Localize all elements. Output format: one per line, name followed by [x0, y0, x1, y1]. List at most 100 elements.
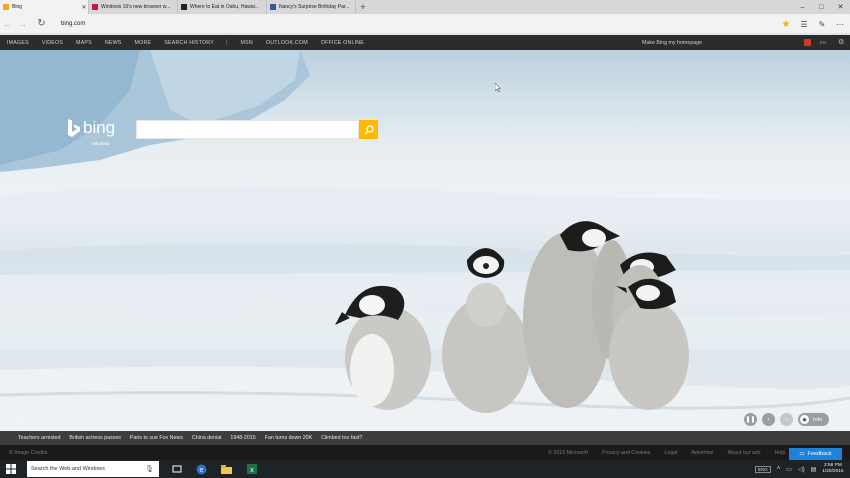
- excel-button[interactable]: x: [243, 461, 260, 478]
- file-explorer-button[interactable]: [218, 461, 235, 478]
- news-link[interactable]: Teachers arrested: [18, 435, 60, 441]
- nav-outlook[interactable]: OUTLOOK.COM: [266, 40, 308, 46]
- task-view-button[interactable]: [168, 461, 185, 478]
- action-center-icon[interactable]: ▤: [811, 466, 817, 473]
- footer-links: © 2015 Microsoft Privacy and Cookies Leg…: [548, 450, 785, 456]
- camera-icon: ◉: [800, 415, 809, 424]
- penguin-scene: [0, 50, 850, 431]
- nav-maps[interactable]: MAPS: [76, 40, 92, 46]
- nav-videos[interactable]: VIDEOS: [42, 40, 63, 46]
- start-button[interactable]: [0, 460, 22, 478]
- nav-news[interactable]: NEWS: [105, 40, 122, 46]
- news-link[interactable]: British actress passes: [69, 435, 121, 441]
- ie-browser-icon: e: [196, 464, 207, 474]
- reading-list-icon[interactable]: ☰: [798, 20, 810, 29]
- news-strip: Teachers arrested British actress passes…: [0, 431, 850, 445]
- chevron-up-icon[interactable]: ˄: [777, 466, 781, 472]
- file-explorer-icon: [221, 464, 232, 474]
- forward-button[interactable]: →: [15, 14, 30, 34]
- maximize-button[interactable]: □: [812, 0, 831, 14]
- taskbar-apps: e x: [168, 460, 260, 478]
- tab-label: Nancy's Surprise Birthday Par...: [279, 4, 350, 10]
- new-tab-button[interactable]: +: [356, 0, 370, 14]
- rewards-icon[interactable]: [804, 39, 811, 46]
- feedback-label: Feedback: [807, 451, 832, 457]
- tab-label: Where to Eat in Oahu, Hawai...: [190, 4, 259, 10]
- taskbar-search[interactable]: Search the Web and Windows 🎙: [27, 461, 159, 477]
- keyboard-language[interactable]: ENG: [755, 465, 771, 473]
- site-favicon-icon: [92, 4, 98, 10]
- pause-button[interactable]: ❚❚: [744, 413, 757, 426]
- more-icon[interactable]: ⋯: [834, 20, 846, 29]
- news-link[interactable]: China denial: [192, 435, 221, 441]
- clock[interactable]: 2:56 PM 1/20/2015: [822, 463, 843, 475]
- news-link[interactable]: Fan turns down 20K: [265, 435, 312, 441]
- gear-icon[interactable]: ⚙: [838, 38, 844, 46]
- penguin-chick: [442, 248, 530, 413]
- nav-office-online[interactable]: OFFICE ONLINE: [321, 40, 364, 46]
- web-note-icon[interactable]: ✎: [816, 20, 828, 29]
- advertise-link[interactable]: Advertise: [691, 450, 713, 456]
- star-icon[interactable]: ★: [780, 19, 792, 30]
- privacy-link[interactable]: Privacy and Cookies: [602, 450, 650, 456]
- taskbar-search-placeholder: Search the Web and Windows: [31, 466, 105, 472]
- legal-link[interactable]: Legal: [664, 450, 677, 456]
- news-link[interactable]: 1948-2015: [230, 435, 255, 441]
- facebook-favicon-icon: [270, 4, 276, 10]
- bing-subtext: MS Beta: [92, 141, 110, 146]
- help-link[interactable]: Help: [774, 450, 785, 456]
- search-input[interactable]: [137, 123, 358, 140]
- nav-msn[interactable]: MSN: [241, 40, 253, 46]
- task-view-icon: [172, 465, 181, 473]
- previous-image-button[interactable]: ‹: [762, 413, 775, 426]
- excel-icon: x: [246, 464, 257, 474]
- svg-text:x: x: [250, 467, 254, 474]
- tab-oahu[interactable]: Where to Eat in Oahu, Hawai...: [178, 0, 267, 14]
- news-link[interactable]: Paris to sue Fox News: [130, 435, 183, 441]
- background-image: [0, 50, 850, 431]
- bing-nav-bar: IMAGES VIDEOS MAPS NEWS MORE SEARCH HIST…: [0, 35, 850, 50]
- system-tray: ENG ˄ ▭ ◁) ▤ 2:56 PM 1/20/2015 ▯: [755, 460, 850, 478]
- pause-icon: ❚❚: [745, 417, 756, 423]
- bing-logo[interactable]: bing: [67, 118, 115, 138]
- microphone-icon[interactable]: 🎙: [145, 465, 154, 473]
- back-button[interactable]: ←: [0, 14, 15, 34]
- about-ads-link[interactable]: About our ads: [727, 450, 760, 456]
- copyright-text: © 2015 Microsoft: [548, 449, 589, 456]
- volume-icon[interactable]: ◁): [798, 466, 805, 473]
- nav-images[interactable]: IMAGES: [7, 40, 29, 46]
- tab-facebook[interactable]: Nancy's Surprise Birthday Par...: [267, 0, 356, 14]
- nav-search-history[interactable]: SEARCH HISTORY: [164, 40, 214, 46]
- news-link[interactable]: Climbed too fast?: [321, 435, 362, 441]
- nav-more[interactable]: MORE: [135, 40, 152, 46]
- close-tab-icon[interactable]: ✕: [80, 4, 88, 11]
- tab-label: Windows 10's new browser w...: [101, 4, 171, 10]
- refresh-button[interactable]: ↻: [34, 14, 49, 34]
- tab-strip: Bing ✕ Windows 10's new browser w... Whe…: [0, 0, 850, 14]
- url-field[interactable]: bing.com: [61, 21, 751, 27]
- search-button[interactable]: [359, 120, 378, 139]
- info-button[interactable]: ◉ Info: [798, 413, 830, 426]
- close-window-button[interactable]: ✕: [831, 0, 850, 14]
- tab-bing[interactable]: Bing ✕: [0, 0, 89, 14]
- search-icon: [364, 124, 374, 134]
- next-image-button[interactable]: ›: [780, 413, 793, 426]
- language-label[interactable]: EN: [820, 40, 826, 45]
- address-actions: ★ ☰ ✎ ⋯: [780, 14, 846, 34]
- collapse-chevron-icon[interactable]: ⌄: [16, 416, 23, 425]
- minimize-button[interactable]: –: [793, 0, 812, 14]
- ie-browser-button[interactable]: e: [193, 461, 210, 478]
- tab-windows-article[interactable]: Windows 10's new browser w...: [89, 0, 178, 14]
- network-icon[interactable]: ▭: [786, 466, 792, 473]
- chevron-right-icon: ›: [785, 416, 788, 423]
- feedback-icon: ▭: [799, 451, 805, 457]
- tab-label: Bing: [12, 4, 23, 10]
- make-homepage-link[interactable]: Make Bing my homepage: [642, 40, 702, 46]
- image-credits-link[interactable]: © Image Credits: [9, 450, 47, 456]
- footer: © Image Credits © 2015 Microsoft Privacy…: [0, 445, 850, 460]
- clock-date: 1/20/2015: [822, 469, 844, 474]
- info-label: Info: [813, 416, 823, 423]
- feedback-button[interactable]: ▭ Feedback: [789, 448, 842, 460]
- svg-text:e: e: [200, 467, 204, 474]
- bing-wordmark: bing: [83, 118, 116, 137]
